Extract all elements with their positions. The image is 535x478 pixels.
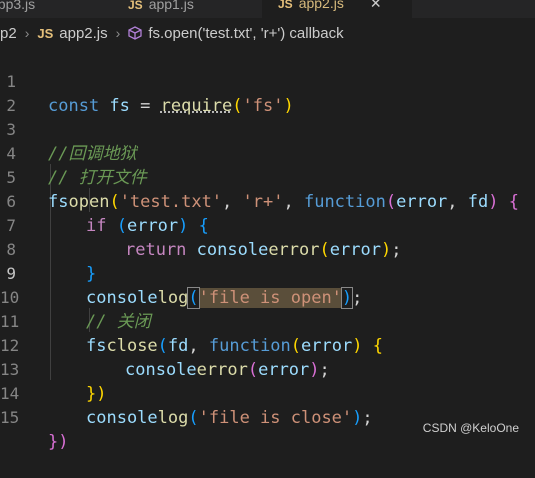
code-line: 11 fsclose(fd, function(error) {	[0, 312, 383, 356]
tab-app1-label: app1.js	[148, 0, 194, 12]
code-line-current: 9 consolelog('file is open');	[0, 238, 535, 309]
code-line: 8 }	[0, 214, 535, 284]
tab-app3[interactable]: app3.js	[0, 0, 102, 18]
chevron-right-icon: ›	[24, 25, 30, 41]
code-line: 13 })	[0, 360, 107, 404]
js-file-icon: JS	[37, 25, 54, 41]
code-line: 7 return consoleerror(error);	[0, 190, 535, 260]
code-line: 14 consolelog('file is close');	[0, 384, 373, 428]
symbol-method-icon	[128, 26, 142, 40]
code-line: 12 consoleerror(error);	[0, 336, 330, 380]
code-line: 4 // 打开文件	[0, 118, 535, 188]
breadcrumb-symbol[interactable]: fs.open('test.txt', 'r+') callback	[148, 25, 343, 42]
breadcrumb-folder[interactable]: p2	[0, 25, 17, 42]
breadcrumb: p2 › JS app2.js › fs.open('test.txt', 'r…	[0, 18, 535, 48]
watermark: CSDN @KeloOne	[422, 421, 519, 435]
code-line: 2	[0, 70, 535, 115]
close-icon[interactable]: ✕	[370, 0, 382, 11]
tab-app2[interactable]: JS app2.js ✕	[262, 0, 412, 18]
code-line: 15 })	[0, 408, 69, 452]
tab-app1[interactable]: JS app1.js	[128, 0, 248, 18]
tab-app3-label: app3.js	[0, 0, 36, 12]
code-line: 6 if (error) {	[0, 166, 535, 236]
chevron-right-icon: ›	[115, 25, 121, 41]
code-editor[interactable]: 1 const fs = require('fs') 2 3 //回调地狱 4 …	[0, 46, 535, 452]
tab-app2-label: app2.js	[298, 0, 344, 11]
code-line: 5 fsopen('test.txt', 'r+', function(erro…	[0, 142, 535, 212]
js-file-icon: JS	[128, 0, 143, 12]
code-line: 1 const fs = require('fs')	[0, 46, 535, 116]
code-line: 10 // 关闭	[0, 288, 151, 332]
breadcrumb-file[interactable]: app2.js	[59, 25, 107, 42]
code-line: 3 //回调地狱	[0, 94, 535, 164]
editor-tab-bar: app3.js JS app1.js JS app2.js ✕	[0, 0, 535, 18]
line-number: 15	[0, 408, 20, 427]
js-file-icon: JS	[278, 0, 293, 11]
